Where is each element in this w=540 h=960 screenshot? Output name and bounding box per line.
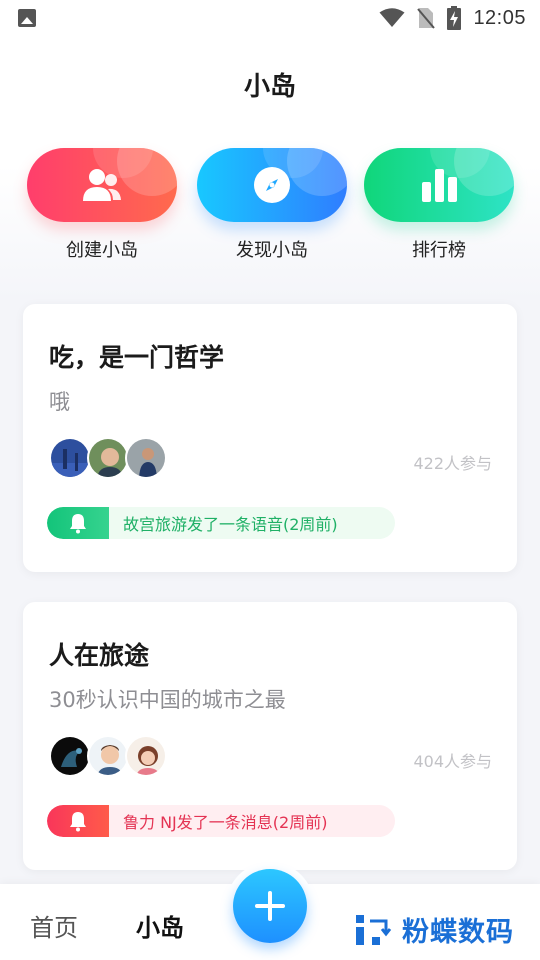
participant-count: 404人参与 <box>413 752 492 771</box>
page-title: 小岛 <box>243 72 296 102</box>
avatar <box>49 437 91 479</box>
leaderboard-label: 排行榜 <box>412 240 466 261</box>
nav-island[interactable]: 小岛 <box>136 908 184 943</box>
notice-text: 鲁力 NJ发了一条消息(2周前) <box>123 813 328 832</box>
island-card-subtitle: 30秒认识中国的城市之最 <box>49 688 286 712</box>
island-card-subtitle: 哦 <box>49 390 70 414</box>
create-island-label: 创建小岛 <box>66 240 138 261</box>
island-card-title: 吃，是一门哲学 <box>49 343 225 372</box>
member-avatars <box>49 735 167 777</box>
status-bar: 12:05 <box>0 0 540 36</box>
participant-count: 422人参与 <box>413 454 492 473</box>
discover-island-button[interactable]: 发现小岛 <box>197 148 347 262</box>
users-icon <box>83 169 121 201</box>
member-avatars <box>49 437 167 479</box>
notice-text: 故宫旅游发了一条语音(2周前) <box>123 515 338 534</box>
avatar <box>87 735 129 777</box>
bell-badge <box>47 805 109 837</box>
no-sim-icon <box>417 8 436 29</box>
compass-icon <box>254 167 290 203</box>
watermark: 粉蝶数码 <box>354 910 514 949</box>
add-button[interactable] <box>233 869 307 943</box>
avatar <box>87 437 129 479</box>
bell-icon <box>70 514 86 534</box>
gallery-notification-icon <box>18 9 36 27</box>
watermark-text: 粉蝶数码 <box>402 917 514 948</box>
plus-icon <box>255 891 285 921</box>
leaderboard-pill[interactable] <box>364 148 514 222</box>
bell-badge <box>47 507 109 539</box>
activity-notice[interactable]: 鲁力 NJ发了一条消息(2周前) <box>47 805 395 837</box>
create-island-button[interactable]: 创建小岛 <box>27 148 177 262</box>
avatar <box>125 437 167 479</box>
avatar <box>49 735 91 777</box>
island-card[interactable]: 人在旅途 30秒认识中国的城市之最 404人参与 鲁力 NJ发了一条消息(2周前… <box>23 602 517 870</box>
activity-notice[interactable]: 故宫旅游发了一条语音(2周前) <box>47 507 395 539</box>
watermark-logo-icon <box>356 914 392 945</box>
discover-island-label: 发现小岛 <box>236 240 308 261</box>
bell-icon <box>70 812 86 832</box>
discover-island-pill[interactable] <box>197 148 347 222</box>
nav-home[interactable]: 首页 <box>30 908 78 943</box>
island-card-title: 人在旅途 <box>49 641 150 670</box>
wifi-icon <box>379 8 405 27</box>
leaderboard-button[interactable]: 排行榜 <box>364 148 514 262</box>
battery-charging-icon <box>447 6 462 30</box>
island-card[interactable]: 吃，是一门哲学 哦 422人参与 故宫旅游发了一条语音(2周前) <box>23 304 517 572</box>
create-island-pill[interactable] <box>27 148 177 222</box>
avatar <box>125 735 167 777</box>
status-time: 12:05 <box>473 6 526 29</box>
bar-chart-icon <box>422 169 457 202</box>
